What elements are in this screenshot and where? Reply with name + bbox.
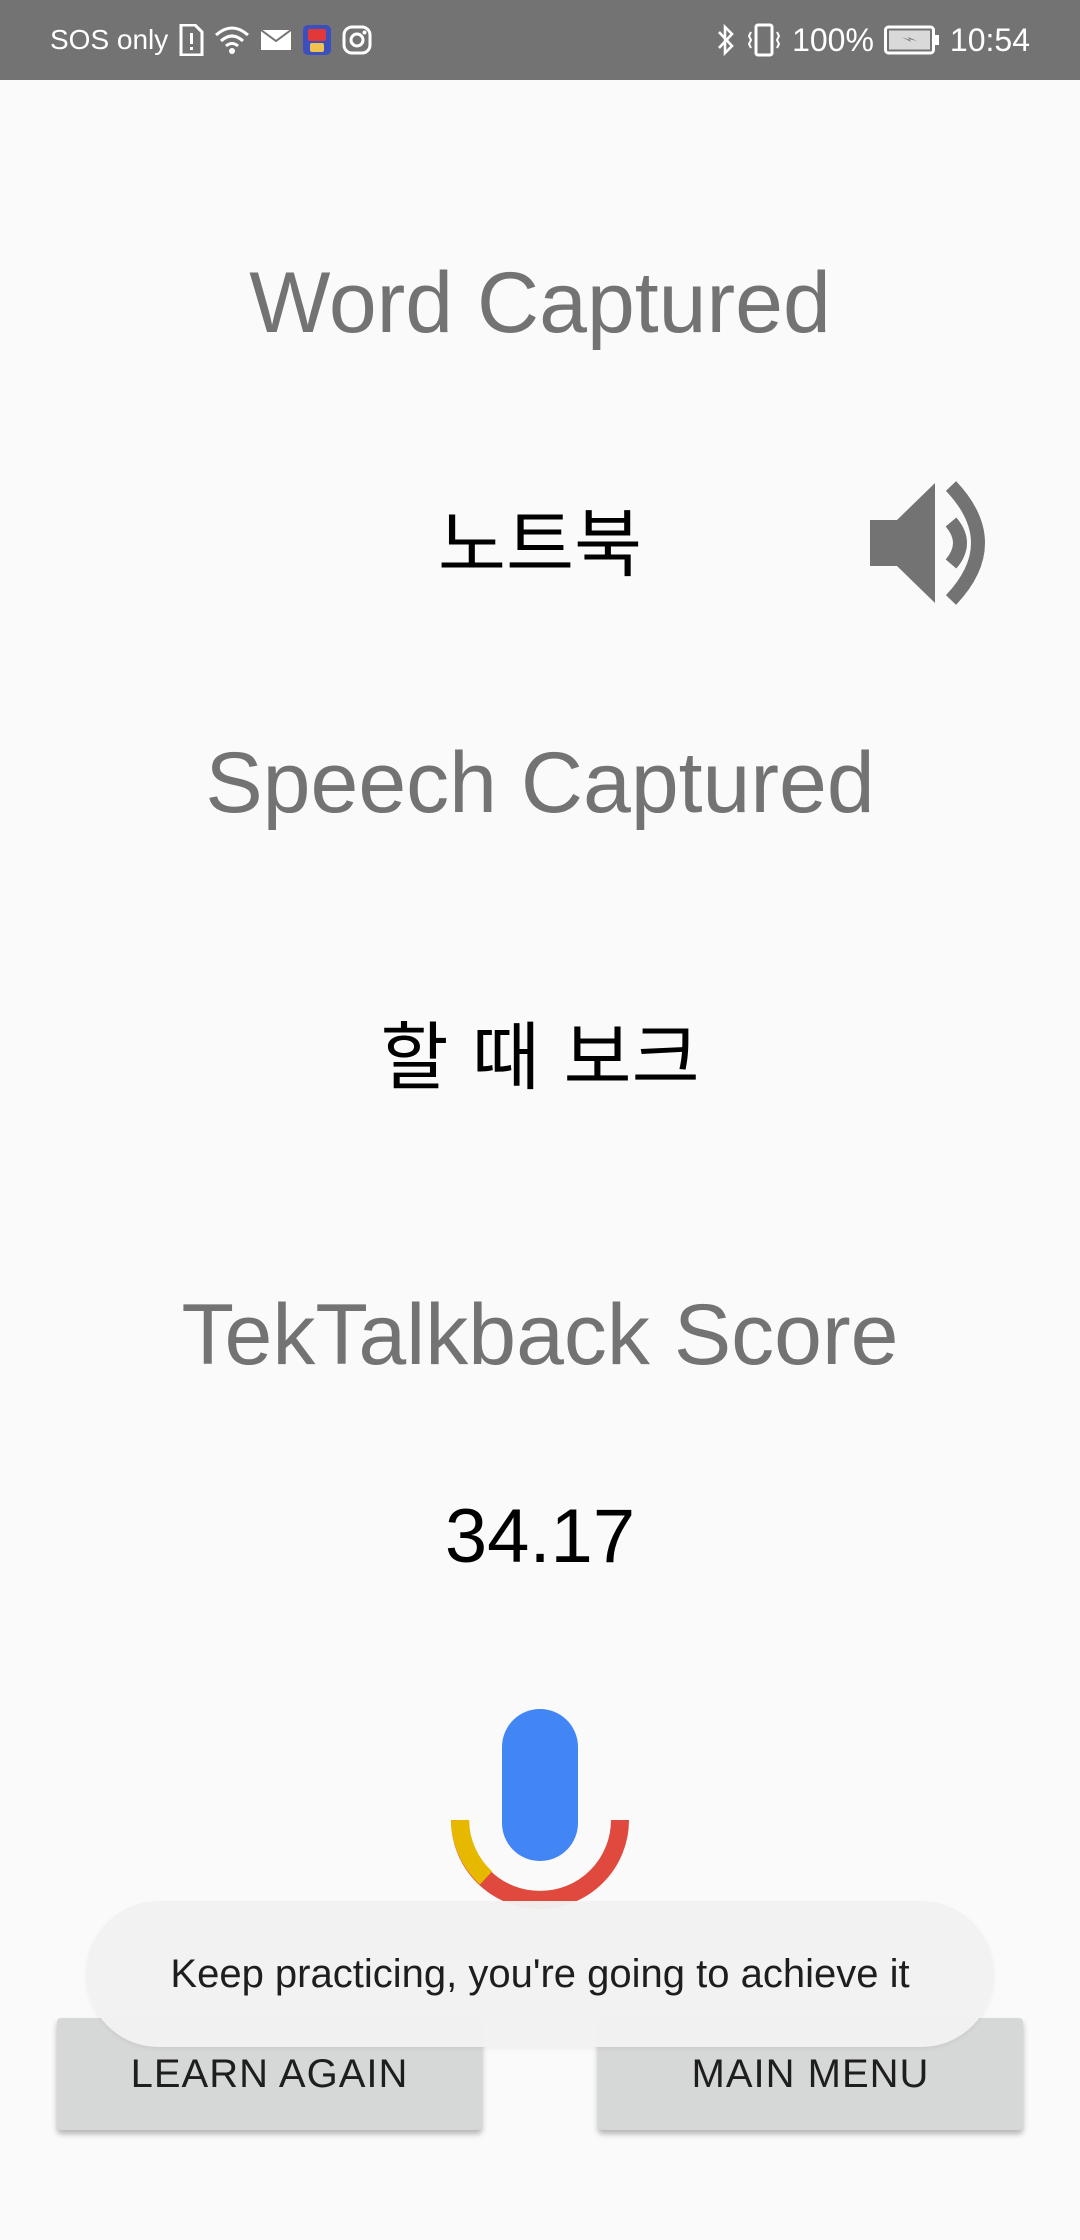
screen: SOS only 100% 10:54 Word Captured 노트북 Sp…	[0, 0, 1080, 2240]
bluetooth-icon	[716, 23, 736, 57]
vibrate-icon	[746, 23, 782, 57]
status-right: 100% 10:54	[716, 0, 1030, 80]
carrier-text: SOS only	[50, 24, 169, 55]
status-left: SOS only	[50, 0, 372, 80]
sim-alert-icon	[178, 24, 204, 56]
speaker-icon[interactable]	[865, 478, 1015, 608]
clock: 10:54	[949, 21, 1030, 58]
app-notification-icon	[302, 24, 332, 56]
toast-message: Keep practicing, you're going to achieve…	[86, 1901, 994, 2047]
speech-captured-heading: Speech Captured	[205, 735, 875, 831]
score-value: 34.17	[444, 1494, 636, 1579]
status-bar: SOS only 100% 10:54	[0, 0, 1080, 80]
instagram-icon	[342, 25, 372, 55]
battery-charging-icon	[883, 25, 940, 55]
wifi-icon	[214, 25, 250, 55]
mail-icon	[260, 28, 292, 52]
captured-speech: 할 때 보크	[380, 1015, 700, 1101]
word-captured-heading: Word Captured	[249, 255, 831, 351]
battery-percent: 100%	[792, 21, 874, 58]
toast-text: Keep practicing, you're going to achieve…	[170, 1951, 910, 1996]
score-heading: TekTalkback Score	[181, 1287, 899, 1383]
